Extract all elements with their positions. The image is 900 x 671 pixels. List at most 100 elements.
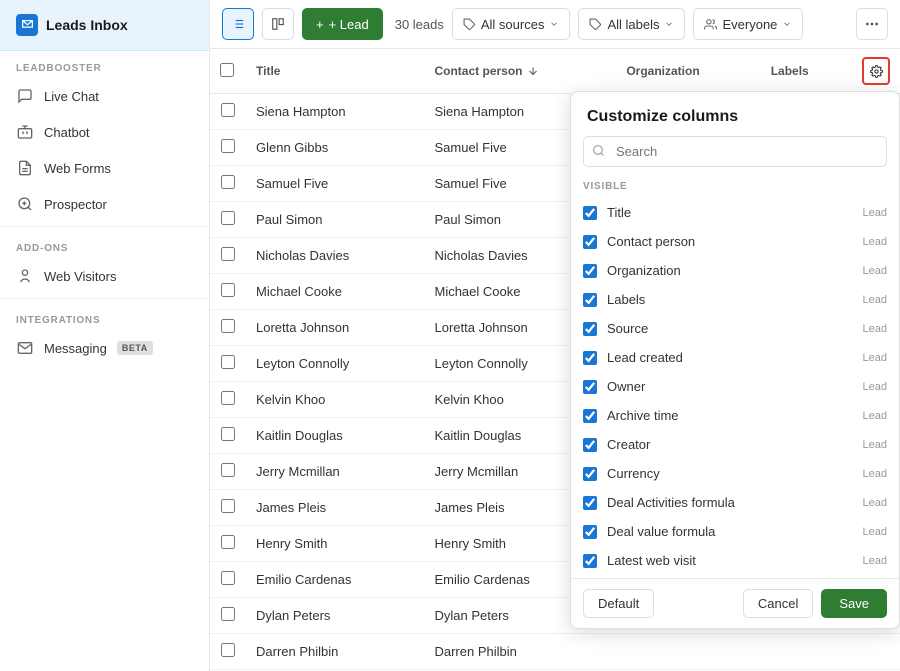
select-all-checkbox[interactable]: [220, 63, 234, 77]
customize-columns-button[interactable]: [862, 57, 890, 85]
row-checkbox[interactable]: [221, 355, 235, 369]
column-checkbox[interactable]: [583, 380, 597, 394]
column-item[interactable]: Archive time Lead: [575, 401, 895, 430]
row-title: Michael Cooke: [246, 274, 424, 310]
row-checkbox[interactable]: [221, 211, 235, 225]
section-label-addons: ADD-ONS: [0, 231, 209, 258]
column-tag: Lead: [863, 526, 887, 538]
row-checkbox-cell[interactable]: [210, 274, 246, 310]
row-checkbox-cell[interactable]: [210, 346, 246, 382]
row-checkbox[interactable]: [221, 535, 235, 549]
column-item[interactable]: Title Lead: [575, 198, 895, 227]
kanban-view-button[interactable]: [262, 8, 294, 40]
row-checkbox-cell[interactable]: [210, 562, 246, 598]
add-lead-button[interactable]: + + Lead: [302, 8, 383, 40]
row-checkbox[interactable]: [221, 643, 235, 657]
row-checkbox-cell[interactable]: [210, 202, 246, 238]
sidebar-item-live-chat[interactable]: Live Chat: [0, 78, 209, 114]
column-item[interactable]: Contact person Lead: [575, 227, 895, 256]
row-checkbox-cell[interactable]: [210, 166, 246, 202]
save-button[interactable]: Save: [821, 589, 887, 618]
list-view-button[interactable]: [222, 8, 254, 40]
column-checkbox[interactable]: [583, 293, 597, 307]
org-header: Organization: [616, 49, 760, 94]
row-checkbox[interactable]: [221, 139, 235, 153]
row-checkbox-cell[interactable]: [210, 130, 246, 166]
row-checkbox-cell[interactable]: [210, 94, 246, 130]
labels-filter[interactable]: All labels: [578, 8, 685, 40]
everyone-label: Everyone: [722, 17, 777, 32]
row-checkbox[interactable]: [221, 103, 235, 117]
default-button[interactable]: Default: [583, 589, 654, 618]
sidebar-title: Leads Inbox: [46, 17, 128, 33]
column-item[interactable]: Deal value formula Lead: [575, 517, 895, 546]
row-checkbox-cell[interactable]: [210, 310, 246, 346]
sidebar-item-web-visitors[interactable]: Web Visitors: [0, 258, 209, 294]
column-item[interactable]: Lead created Lead: [575, 343, 895, 372]
row-checkbox[interactable]: [221, 571, 235, 585]
row-checkbox-cell[interactable]: [210, 382, 246, 418]
column-checkbox[interactable]: [583, 409, 597, 423]
column-checkbox[interactable]: [583, 264, 597, 278]
column-checkbox[interactable]: [583, 438, 597, 452]
sidebar-item-prospector[interactable]: Prospector: [0, 186, 209, 222]
column-name: Labels: [607, 292, 855, 307]
row-checkbox[interactable]: [221, 283, 235, 297]
column-checkbox[interactable]: [583, 554, 597, 568]
row-checkbox-cell[interactable]: [210, 418, 246, 454]
sidebar-item-label-chatbot: Chatbot: [44, 125, 90, 140]
row-checkbox[interactable]: [221, 463, 235, 477]
row-checkbox-cell[interactable]: [210, 454, 246, 490]
table-row: Darren Philbin Darren Philbin: [210, 634, 900, 670]
column-checkbox[interactable]: [583, 351, 597, 365]
column-name: Lead created: [607, 350, 855, 365]
sidebar-item-messaging[interactable]: Messaging BETA: [0, 330, 209, 366]
column-item[interactable]: Creator Lead: [575, 430, 895, 459]
row-checkbox-cell[interactable]: [210, 634, 246, 670]
customize-columns-panel: Customize columns VISIBLE Title Lead Con…: [570, 91, 900, 629]
leads-inbox-icon: [16, 14, 38, 36]
column-item[interactable]: Deal Activities formula Lead: [575, 488, 895, 517]
row-checkbox-cell[interactable]: [210, 598, 246, 634]
customize-search-input[interactable]: [583, 136, 887, 167]
column-item[interactable]: Latest web visit Lead: [575, 546, 895, 575]
more-options-button[interactable]: [856, 8, 888, 40]
sidebar-item-label-live-chat: Live Chat: [44, 89, 99, 104]
row-checkbox[interactable]: [221, 499, 235, 513]
row-checkbox[interactable]: [221, 607, 235, 621]
column-checkbox[interactable]: [583, 467, 597, 481]
row-checkbox-cell[interactable]: [210, 526, 246, 562]
row-checkbox[interactable]: [221, 391, 235, 405]
column-name: Contact person: [607, 234, 855, 249]
row-checkbox-cell[interactable]: [210, 490, 246, 526]
message-icon: [16, 339, 34, 357]
row-checkbox-cell[interactable]: [210, 238, 246, 274]
sidebar-item-web-forms[interactable]: Web Forms: [0, 150, 209, 186]
sources-filter[interactable]: All sources: [452, 8, 571, 40]
column-item[interactable]: Currency Lead: [575, 459, 895, 488]
row-title: Samuel Five: [246, 166, 424, 202]
column-checkbox[interactable]: [583, 525, 597, 539]
column-checkbox[interactable]: [583, 235, 597, 249]
column-name: Deal value formula: [607, 524, 855, 539]
bot-icon: [16, 123, 34, 141]
row-checkbox[interactable]: [221, 175, 235, 189]
select-all-header: [210, 49, 246, 94]
sidebar-item-chatbot[interactable]: Chatbot: [0, 114, 209, 150]
column-item[interactable]: Source Lead: [575, 314, 895, 343]
everyone-filter[interactable]: Everyone: [693, 8, 803, 40]
column-checkbox[interactable]: [583, 496, 597, 510]
sidebar-header[interactable]: Leads Inbox: [0, 0, 209, 51]
column-checkbox[interactable]: [583, 206, 597, 220]
row-checkbox[interactable]: [221, 247, 235, 261]
column-item[interactable]: Labels Lead: [575, 285, 895, 314]
column-name: Deal Activities formula: [607, 495, 855, 510]
column-item[interactable]: Owner Lead: [575, 372, 895, 401]
row-checkbox[interactable]: [221, 319, 235, 333]
column-checkbox[interactable]: [583, 322, 597, 336]
section-label-leadbooster: LEADBOOSTER: [0, 51, 209, 78]
cancel-button[interactable]: Cancel: [743, 589, 813, 618]
column-item[interactable]: Organization Lead: [575, 256, 895, 285]
table-container: Title Contact person Organization: [210, 49, 900, 671]
row-checkbox[interactable]: [221, 427, 235, 441]
